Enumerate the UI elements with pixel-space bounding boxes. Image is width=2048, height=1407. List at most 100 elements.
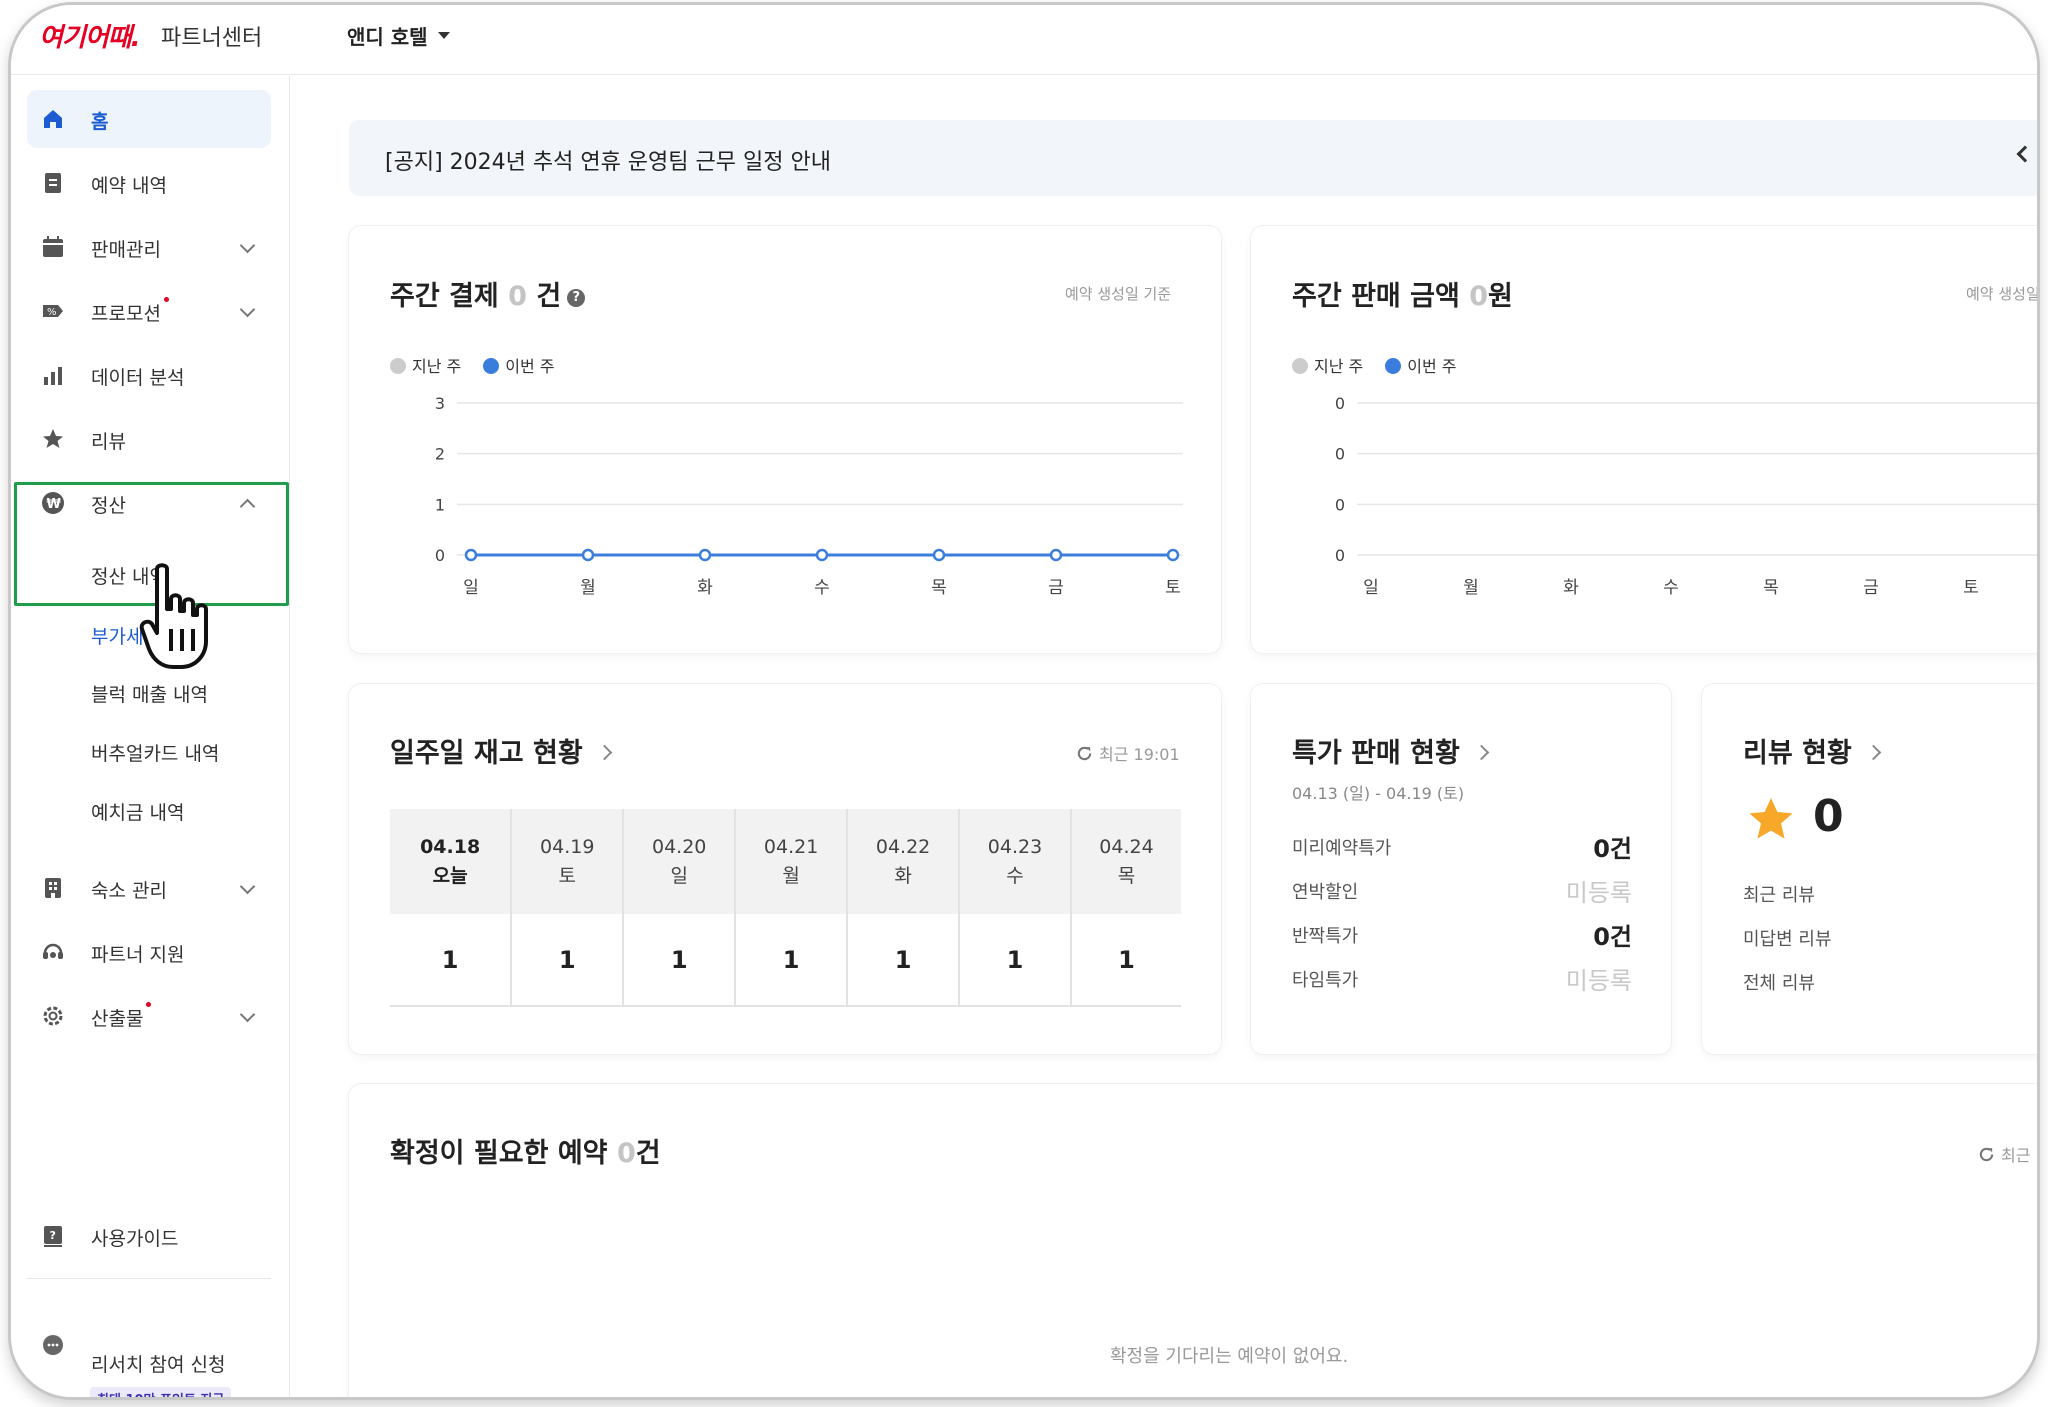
promo-row[interactable]: 반짝특가 0건 <box>1292 917 1632 952</box>
inventory-cell[interactable]: 1 <box>623 914 737 1007</box>
calendar-icon <box>43 236 63 257</box>
promo-row[interactable]: 타임특가 미등록 <box>1292 961 1632 996</box>
sidebar-item-label: 사용가이드 <box>91 1228 179 1250</box>
inventory-cell[interactable]: 1 <box>511 914 625 1007</box>
inventory-cell[interactable]: 1 <box>847 914 961 1007</box>
inventory-cell[interactable]: 1 <box>1070 914 1181 1007</box>
sidebar-item-guide[interactable]: ? 사용가이드 <box>27 1207 271 1265</box>
sidebar-sub-settlement-history[interactable]: 정산 내역 <box>91 562 167 589</box>
sidebar-item-outputs[interactable]: 산출물 <box>27 987 271 1045</box>
x-tick-label: 금 <box>1863 578 1879 598</box>
notice-banner[interactable]: [공지] 2024년 추석 연휴 운영팀 근무 일정 안내 <box>349 120 2037 196</box>
review-link-all[interactable]: 전체 리뷰 <box>1743 969 1815 995</box>
legend-last-week[interactable]: 지난 주 <box>1292 353 1363 377</box>
inventory-cell[interactable]: 1 <box>390 914 513 1007</box>
y-tick-label: 2 <box>435 445 445 464</box>
sidebar-sub-vat[interactable]: 부가세 <box>91 622 143 649</box>
sidebar-item-sales[interactable]: 판매관리 <box>27 218 271 276</box>
chevron-down-icon <box>239 878 256 895</box>
x-tick-label: 토 <box>1165 578 1181 598</box>
weekly-payment-count: 0 <box>508 281 527 312</box>
data-point[interactable] <box>581 548 595 562</box>
data-point[interactable] <box>815 548 829 562</box>
review-link-unanswered[interactable]: 미답변 리뷰 <box>1743 925 1832 951</box>
caret-down-icon <box>437 32 450 39</box>
sidebar-sub-virtual-card[interactable]: 버추얼카드 내역 <box>91 739 219 766</box>
promo-title[interactable]: 특가 판매 현황 <box>1292 731 1490 770</box>
research-badge: 최대 10만 포인트 지급 <box>90 1387 232 1397</box>
sidebar-item-label: 홈 <box>91 111 109 133</box>
help-icon[interactable]: ? <box>567 289 586 307</box>
refresh-icon <box>1979 1147 1994 1161</box>
inventory-title[interactable]: 일주일 재고 현황 <box>390 731 612 770</box>
x-tick-label: 목 <box>931 578 947 598</box>
sidebar: 홈 예약 내역 판매관리 % 프로모션 데이터 분석 리뷰 ₩ 정산 정산 내역… <box>11 76 290 1397</box>
weekly-payment-legend: 지난 주 이번 주 <box>390 353 555 377</box>
sidebar-item-research[interactable]: 리서치 참여 신청 <box>27 1312 271 1382</box>
data-point[interactable] <box>698 548 712 562</box>
sidebar-item-review[interactable]: 리뷰 <box>27 410 271 468</box>
data-point[interactable] <box>1049 548 1063 562</box>
promo-row[interactable]: 미리예약특가 0건 <box>1292 829 1632 864</box>
star-icon <box>43 429 63 448</box>
sidebar-item-partner-support[interactable]: 파트너 지원 <box>27 923 271 981</box>
legend-this-week[interactable]: 이번 주 <box>483 353 555 377</box>
x-tick-label: 월 <box>580 578 596 598</box>
sidebar-sub-deposit[interactable]: 예치금 내역 <box>91 798 184 825</box>
guide-book-icon: ? <box>44 1226 62 1247</box>
chevron-up-icon <box>239 498 256 515</box>
hotel-selector[interactable]: 앤디 호텔 <box>347 21 450 50</box>
chevron-down-icon <box>239 237 256 254</box>
x-tick-label: 금 <box>1048 578 1064 598</box>
x-tick-label: 수 <box>814 578 830 598</box>
sidebar-item-analytics[interactable]: 데이터 분석 <box>27 346 271 404</box>
inventory-cell[interactable]: 1 <box>735 914 849 1007</box>
sidebar-item-home[interactable]: 홈 <box>27 90 271 148</box>
sidebar-item-promotion[interactable]: % 프로모션 <box>27 282 271 340</box>
confirm-count: 0 <box>616 1138 636 1169</box>
table-header-cell: 04.18 오늘 <box>390 809 513 914</box>
bar-chart-icon <box>44 367 62 385</box>
partner-center-label: 파트너센터 <box>161 26 263 51</box>
data-point[interactable] <box>932 548 946 562</box>
review-title[interactable]: 리뷰 현황 <box>1743 731 1882 770</box>
table-header-cell: 04.22 화 <box>847 809 961 914</box>
sidebar-item-label: 숙소 관리 <box>91 880 167 902</box>
sidebar-item-property[interactable]: 숙소 관리 <box>27 859 271 917</box>
brand-logo[interactable]: 여기어때. <box>39 17 141 54</box>
notification-dot <box>163 297 169 302</box>
svg-text:%: % <box>47 307 57 318</box>
sidebar-item-label: 리뷰 <box>91 431 126 453</box>
x-tick-label: 목 <box>1763 578 1779 598</box>
y-tick-label: 1 <box>435 495 445 514</box>
y-tick-label: 0 <box>1335 546 1345 565</box>
building-icon <box>45 878 61 898</box>
promo-row[interactable]: 연박할인 미등록 <box>1292 873 1632 908</box>
legend-last-week[interactable]: 지난 주 <box>390 353 461 377</box>
x-tick-label: 화 <box>1563 578 1579 598</box>
legend-dot <box>390 358 406 374</box>
weekly-payment-chart: 0 1 2 3 일 월 화 수 목 금 토 <box>435 394 1183 598</box>
legend-this-week[interactable]: 이번 주 <box>1385 353 1457 377</box>
inventory-refresh[interactable]: 최근 19:01 <box>1076 741 1180 765</box>
table-header-cell: 04.24 목 <box>1070 809 1181 914</box>
x-tick-label: 월 <box>1463 578 1479 598</box>
data-point[interactable] <box>464 548 478 562</box>
y-tick-label: 0 <box>1335 445 1345 464</box>
chevron-down-icon <box>239 301 256 318</box>
chevron-right-icon <box>596 744 612 761</box>
weekly-payment-note: 예약 생성일 기준 <box>1065 285 1172 303</box>
sidebar-item-settlement[interactable]: ₩ 정산 <box>27 474 271 532</box>
x-tick-label: 수 <box>1663 578 1679 598</box>
review-link-recent[interactable]: 최근 리뷰 <box>1743 881 1815 907</box>
won-coin-icon: ₩ <box>42 492 64 514</box>
promo-value: 미등록 <box>1565 967 1632 995</box>
data-point[interactable] <box>1166 548 1180 562</box>
inventory-cell[interactable]: 1 <box>959 914 1072 1007</box>
table-header-cell: 04.21 월 <box>735 809 849 914</box>
sidebar-sub-block-sales[interactable]: 블럭 매출 내역 <box>91 680 208 707</box>
sidebar-item-reservations[interactable]: 예약 내역 <box>27 154 271 212</box>
y-tick-label: 0 <box>435 546 445 565</box>
promo-label: 연박할인 <box>1292 881 1359 903</box>
confirm-refresh[interactable]: 최근 <box>1978 1142 2030 1166</box>
